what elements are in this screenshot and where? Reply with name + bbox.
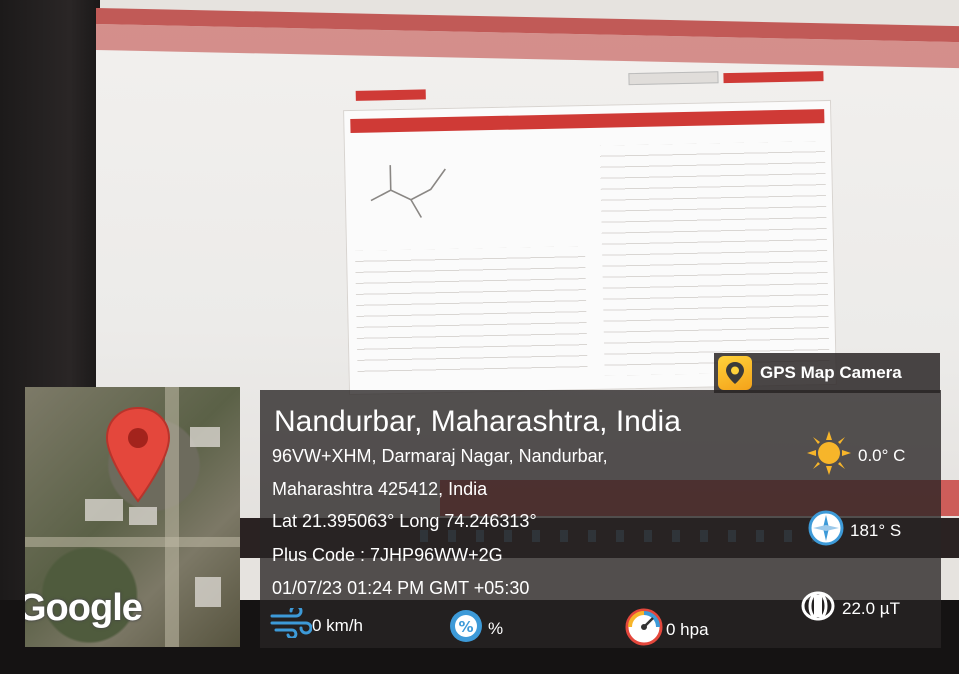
app-red-button: [355, 89, 426, 101]
svg-text:%: %: [458, 618, 473, 636]
sun-icon: [806, 430, 852, 481]
plus-code: Plus Code : 7JHP96WW+2G: [272, 545, 503, 565]
app-table-right: [599, 141, 830, 376]
map-road: [25, 537, 240, 547]
wind-value: 0 km/h: [312, 615, 364, 635]
address-line-2: Maharashtra 425412, India: [272, 479, 488, 499]
app-gray-tab: [628, 71, 719, 86]
heading-metric: 181° S: [808, 510, 901, 551]
date-time: 01/07/23 01:24 PM GMT +05:30: [272, 578, 530, 598]
gps-map-camera-logo-icon: [718, 356, 752, 390]
compass-icon: [808, 510, 844, 551]
map-building: [195, 577, 221, 607]
app-table-left: [355, 246, 588, 381]
pressure-value: 0 hpa: [666, 619, 709, 639]
humidity-metric: % %: [446, 608, 503, 649]
humidity-icon: %: [446, 608, 486, 649]
satellite-map-thumbnail[interactable]: Google: [25, 387, 240, 647]
wind-metric: 0 km/h: [270, 604, 364, 643]
pressure-gauge-icon: [624, 608, 664, 651]
gps-tag-label: GPS Map Camera: [760, 363, 902, 382]
location-title: Nandurbar, Maharashtra, India: [274, 405, 681, 438]
humidity-value: %: [488, 618, 504, 638]
map-building: [129, 507, 157, 525]
molecule-app-panel: [343, 71, 837, 396]
magnetic-field-value: 22.0 µT: [842, 598, 900, 618]
magnetic-field-metric: 22.0 µT: [800, 590, 900, 627]
app-panel-header: [350, 109, 825, 133]
molecule-structure-icon: [370, 165, 446, 218]
pressure-metric: 0 hpa: [624, 608, 709, 651]
temperature-metric: 0.0° C: [806, 430, 905, 481]
coordinates: Lat 21.395063° Long 74.246313°: [272, 511, 537, 531]
gps-map-camera-tag: GPS Map Camera: [714, 353, 940, 393]
heading-value: 181° S: [850, 520, 902, 540]
wind-icon: [270, 604, 313, 643]
location-info-card: Nandurbar, Maharashtra, India 96VW+XHM, …: [260, 390, 941, 648]
address-line-1: 96VW+XHM, Darmaraj Nagar, Nandurbar,: [272, 446, 608, 466]
magnet-icon: [800, 590, 836, 627]
google-attribution: Google: [25, 587, 143, 629]
app-red-tab: [723, 71, 824, 84]
map-building: [190, 427, 220, 447]
map-pin-icon: [105, 406, 171, 503]
temperature-value: 0.0° C: [858, 445, 906, 465]
